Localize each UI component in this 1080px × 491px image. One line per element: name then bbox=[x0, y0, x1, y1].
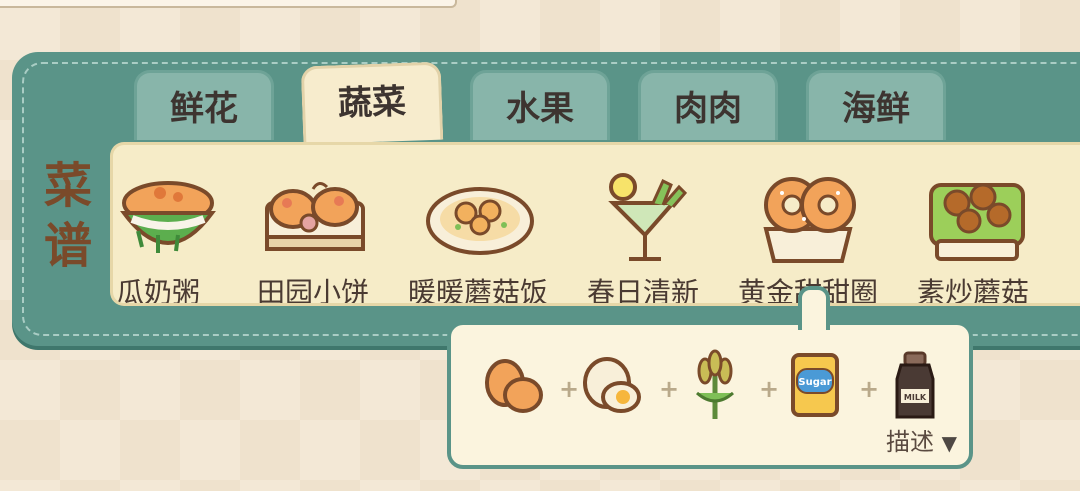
tooltip-pointer-joint bbox=[802, 318, 826, 328]
tab-flowers[interactable]: 鲜花 bbox=[134, 70, 274, 140]
plus-sign: + bbox=[859, 375, 880, 403]
recipe-label: 春日清新 bbox=[586, 276, 699, 306]
stir-fried-mushroom-icon bbox=[929, 183, 1025, 261]
cocktail-glass-icon bbox=[608, 173, 688, 261]
ingredient-slot bbox=[577, 349, 649, 421]
describe-label: 描述 bbox=[885, 428, 934, 456]
porridge-bowl-icon bbox=[120, 181, 216, 253]
mushroom-rice-plate-icon bbox=[426, 187, 534, 255]
potato-icon bbox=[485, 359, 543, 413]
recipe-label: 暖暖蘑菇饭 bbox=[407, 276, 548, 306]
recipe-item[interactable]: 暖暖蘑菇饭 bbox=[403, 163, 553, 303]
recipe-item[interactable]: 素炒蘑菇 bbox=[898, 163, 1048, 303]
recipe-list: 瓜奶粥 田园小饼 暖暖蘑菇饭 春日清新 素炒蘑菇 bbox=[110, 142, 1080, 306]
ingredient-tooltip: + + + Sugar + MILK 描述 ▼ bbox=[447, 321, 973, 469]
recipe-label: 素炒蘑菇 bbox=[916, 276, 1029, 306]
ingredient-slot bbox=[477, 349, 549, 421]
tab-seafood[interactable]: 海鲜 bbox=[806, 70, 946, 140]
recipe-item[interactable]: 田园小饼 bbox=[238, 163, 388, 303]
recipe-label: 田园小饼 bbox=[256, 276, 369, 306]
pancake-tray-icon bbox=[265, 182, 365, 251]
milk-bottle-icon: MILK bbox=[895, 351, 935, 419]
sugar-bag-icon: Sugar bbox=[791, 353, 839, 417]
recipe-title: 菜 谱 bbox=[30, 156, 106, 276]
wheat-icon bbox=[696, 349, 734, 419]
chevron-down-icon: ▼ bbox=[941, 431, 957, 455]
recipe-item[interactable]: 瓜奶粥 bbox=[113, 163, 233, 303]
title-char-1: 菜 bbox=[43, 158, 92, 214]
svg-text:Sugar: Sugar bbox=[798, 377, 831, 388]
svg-text:MILK: MILK bbox=[904, 393, 927, 402]
describe-toggle[interactable]: 描述 ▼ bbox=[886, 422, 957, 457]
recipe-item[interactable]: 黄金甜甜圈 bbox=[733, 163, 883, 303]
plus-sign: + bbox=[659, 375, 680, 403]
egg-icon bbox=[583, 357, 641, 413]
title-char-2: 谱 bbox=[43, 218, 92, 274]
ingredient-slot: MILK bbox=[879, 349, 951, 421]
tab-meat[interactable]: 肉肉 bbox=[638, 70, 778, 140]
recipe-item[interactable]: 春日清新 bbox=[568, 163, 718, 303]
tab-fruits[interactable]: 水果 bbox=[470, 70, 610, 140]
plus-sign: + bbox=[759, 375, 780, 403]
ingredient-slot bbox=[679, 349, 751, 421]
tab-vegetables[interactable]: 蔬菜 bbox=[300, 61, 444, 145]
ingredient-slot: Sugar bbox=[779, 349, 851, 421]
top-bar-edge bbox=[0, 0, 457, 8]
donut-box-icon bbox=[763, 177, 856, 263]
